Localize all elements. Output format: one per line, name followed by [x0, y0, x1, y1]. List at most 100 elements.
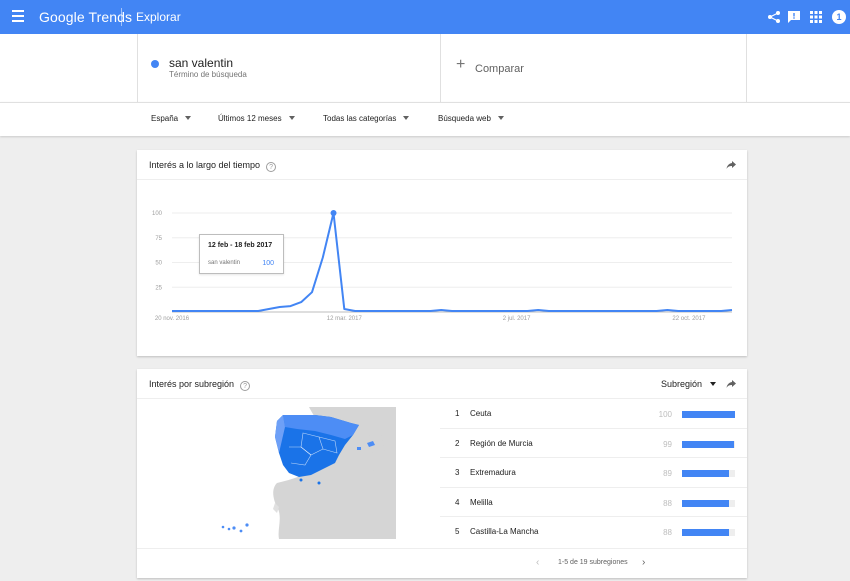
x-tick-label: 12 mar. 2017 — [327, 316, 363, 322]
rank-number: 3 — [455, 468, 460, 478]
share-arrow-icon[interactable] — [726, 379, 737, 389]
melilla-marker — [317, 481, 321, 485]
notifications-badge[interactable]: 1 — [832, 10, 846, 24]
compare-button[interactable]: + Comparar — [441, 34, 747, 102]
compare-label: Comparar — [475, 63, 524, 75]
balearic-islands — [357, 447, 361, 450]
tooltip-date: 12 feb - 18 feb 2017 — [208, 242, 273, 249]
logo-trends-text: Trends — [88, 9, 133, 25]
y-tick-label: 25 — [155, 285, 162, 291]
subregion-name: Ceuta — [470, 409, 492, 418]
share-arrow-icon[interactable] — [726, 160, 737, 170]
rank-number: 4 — [455, 497, 460, 507]
subregion-value: 99 — [663, 439, 672, 449]
value-bar-fill — [682, 529, 729, 537]
card-divider — [137, 179, 747, 180]
card-title: Interés a lo largo del tiempo? — [149, 160, 277, 172]
subregion-list: 1 Ceuta 100 2 Región de Murcia 99 3 Extr… — [440, 399, 747, 547]
subregion-value: 88 — [663, 498, 672, 508]
filter-label: Búsqueda web — [438, 114, 491, 123]
tooltip-term: san valentin — [208, 260, 241, 266]
filter-label: España — [151, 114, 179, 123]
pagination: ‹ 1-5 de 19 subregiones › — [137, 548, 747, 578]
search-term-name: san valentin — [169, 56, 234, 70]
filter-bar: España Últimos 12 meses Todas las catego… — [0, 102, 850, 136]
series-color-dot — [151, 60, 159, 68]
plus-icon: + — [456, 56, 466, 73]
apps-grid-icon[interactable] — [809, 10, 823, 24]
value-bar-track — [682, 411, 735, 418]
filter-location[interactable]: España — [151, 114, 192, 123]
value-bar-track — [682, 440, 735, 448]
chevron-right-icon[interactable]: › — [642, 557, 645, 568]
dropdown-label: Subregión — [661, 379, 703, 389]
google-trends-logo[interactable]: Google Trends — [39, 9, 132, 25]
y-tick-label: 100 — [152, 211, 163, 217]
feedback-icon[interactable] — [787, 10, 801, 24]
list-item[interactable]: 2 Región de Murcia 99 — [440, 429, 747, 459]
card-title-text: Interés por subregión — [149, 379, 235, 389]
subregion-value: 88 — [663, 528, 672, 538]
filter-search-type[interactable]: Búsqueda web — [438, 114, 504, 123]
card-title: Interés por subregión? — [149, 379, 251, 391]
caret-down-icon — [710, 382, 717, 386]
filter-category[interactable]: Todas las categorías — [323, 114, 410, 123]
list-item[interactable]: 3 Extremadura 89 — [440, 458, 747, 488]
value-bar-fill — [682, 411, 735, 418]
logo-google-text: Google — [39, 9, 85, 25]
value-bar-fill — [682, 440, 735, 448]
subregion-value: 89 — [663, 469, 672, 479]
value-bar-fill — [682, 499, 729, 507]
subregion-name: Castilla-La Mancha — [470, 527, 539, 537]
pagination-text: 1-5 de 19 subregiones — [558, 559, 628, 566]
search-term-card[interactable]: san valentin Término de búsqueda — [137, 34, 441, 102]
help-icon[interactable]: ? — [266, 162, 277, 172]
canary-islands — [239, 529, 243, 533]
filter-label: Últimos 12 meses — [218, 114, 282, 123]
app-header: Google Trends Explorar 1 — [0, 0, 850, 34]
canary-islands — [221, 525, 225, 529]
canary-islands — [232, 526, 236, 530]
caret-down-icon — [403, 116, 410, 120]
interest-over-time-card: Interés a lo largo del tiempo? 100 75 50 25… — [137, 150, 747, 356]
search-band: san valentin Término de búsqueda + Compa… — [0, 34, 850, 102]
subregion-value: 100 — [658, 410, 672, 419]
tooltip-value: 100 — [262, 260, 274, 267]
rank-number: 2 — [455, 438, 460, 448]
y-tick-label: 50 — [155, 261, 162, 267]
subregion-name: Melilla — [470, 497, 493, 507]
filter-label: Todas las categorías — [323, 114, 397, 123]
subregion-dropdown[interactable]: Subregión — [661, 379, 717, 389]
list-item[interactable]: 1 Ceuta 100 — [440, 399, 747, 429]
chevron-left-icon[interactable]: ‹ — [536, 557, 539, 568]
caret-down-icon — [288, 116, 295, 120]
caret-down-icon — [497, 116, 504, 120]
subregion-name: Extremadura — [470, 468, 516, 478]
menu-icon[interactable] — [12, 10, 24, 22]
subregion-name: Región de Murcia — [470, 438, 533, 448]
spain-region-map[interactable] — [219, 407, 396, 539]
ceuta-marker — [299, 478, 303, 482]
canary-islands — [227, 527, 231, 531]
rank-number: 5 — [455, 527, 460, 537]
x-tick-label: 20 nov. 2016 — [155, 316, 190, 322]
x-tick-label: 2 jul. 2017 — [503, 316, 531, 322]
list-item[interactable]: 4 Melilla 88 — [440, 488, 747, 518]
card-title-text: Interés a lo largo del tiempo — [149, 160, 261, 170]
highlight-point — [330, 210, 337, 216]
value-bar-track — [682, 470, 735, 478]
x-tick-label: 22 oct. 2017 — [672, 316, 706, 322]
canary-islands — [245, 523, 249, 527]
caret-down-icon — [185, 116, 192, 120]
list-item[interactable]: 5 Castilla-La Mancha 88 — [440, 517, 747, 547]
share-icon[interactable] — [767, 10, 781, 24]
help-icon[interactable]: ? — [240, 381, 251, 391]
interest-by-subregion-card: Interés por subregión? Subregión 1 Ceuta… — [137, 369, 747, 578]
rank-number: 1 — [455, 409, 460, 418]
chart-tooltip: 12 feb - 18 feb 2017 san valentin 100 — [199, 234, 284, 274]
value-bar-track — [682, 529, 735, 537]
search-term-type: Término de búsqueda — [169, 70, 247, 79]
value-bar-track — [682, 499, 735, 507]
header-divider — [121, 8, 122, 26]
filter-time-range[interactable]: Últimos 12 meses — [218, 114, 295, 123]
